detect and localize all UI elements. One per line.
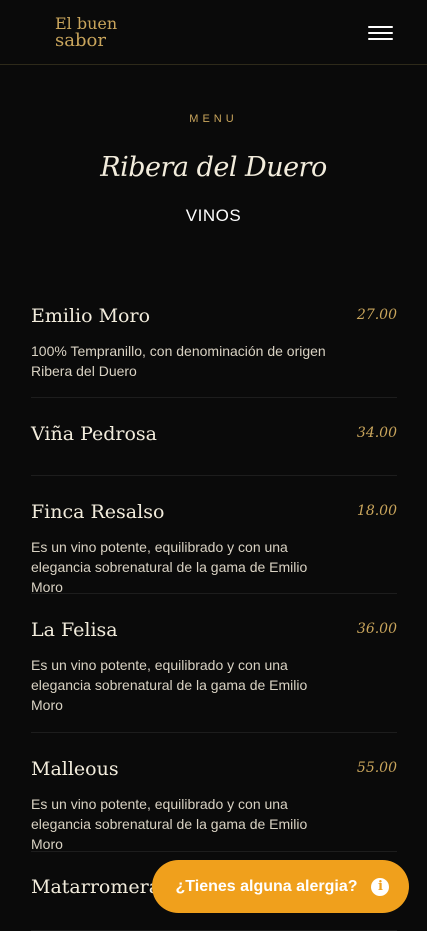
item-name: Matarromera [31,876,161,898]
item-price: 34.00 [356,425,397,441]
item-description: Es un vino potente, equilibrado y con un… [31,657,308,713]
item-price: 55.00 [356,760,397,776]
header: El buen sabor [0,0,427,65]
logo[interactable]: El buen sabor [55,15,117,51]
item-price: 27.00 [356,307,397,323]
list-item: La Felisa 36.00 Es un vino potente, equi… [31,619,397,733]
allergy-button[interactable]: ¿Tienes alguna alergia? i [152,860,409,913]
hamburger-icon[interactable] [368,26,393,41]
section-eyebrow: MENU [189,113,238,125]
page-title: Ribera del Duero [100,152,327,183]
list-item: Emilio Moro 27.00 100% Tempranillo, con … [31,305,397,398]
item-name: Emilio Moro [31,305,151,327]
list-item: Finca Resalso 18.00 Es un vino potente, … [31,501,397,595]
item-name: La Felisa [31,619,118,641]
item-name: Finca Resalso [31,501,165,523]
item-price: 18.00 [356,503,397,519]
info-icon: i [371,877,390,896]
item-price: 36.00 [356,621,397,637]
item-name: Malleous [31,758,119,780]
item-name: Viña Pedrosa [31,423,158,445]
item-description: Es un vino potente, equilibrado y con un… [31,539,308,595]
item-description: Es un vino potente, equilibrado y con un… [31,796,308,852]
list-item: Viña Pedrosa 34.00 [31,423,397,476]
logo-line-2: sabor [55,30,106,51]
allergy-button-label: ¿Tienes alguna alergia? [175,877,358,895]
section-subtitle: VINOS [185,206,242,225]
list-item: Malleous 55.00 Es un vino potente, equil… [31,758,397,852]
item-description: 100% Tempranillo, con denominación de or… [31,343,326,379]
